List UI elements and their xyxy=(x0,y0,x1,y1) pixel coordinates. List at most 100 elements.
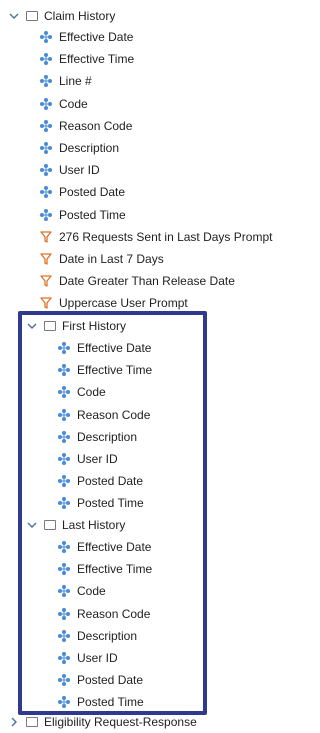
filter-icon xyxy=(39,230,53,244)
field-item[interactable]: Code xyxy=(57,381,106,403)
tree-item-label: Code xyxy=(77,584,106,599)
tree-node-label: Claim History xyxy=(44,9,116,23)
tree-item-label: User ID xyxy=(77,651,118,665)
filter-item[interactable]: Uppercase User Prompt xyxy=(39,292,188,314)
chevron-right-icon[interactable] xyxy=(8,716,20,728)
field-item[interactable]: Posted Time xyxy=(57,691,144,713)
dimension-icon xyxy=(39,97,53,111)
tree-item-label: Posted Time xyxy=(59,207,126,222)
dimension-icon xyxy=(57,540,71,554)
field-item[interactable]: Code xyxy=(39,93,88,115)
field-item[interactable]: Posted Date xyxy=(57,470,143,492)
tree-item-label: Code xyxy=(59,96,88,111)
field-item[interactable]: Description xyxy=(57,625,137,647)
filter-icon xyxy=(39,296,53,310)
dimension-icon xyxy=(39,141,53,155)
field-item[interactable]: Effective Date xyxy=(57,536,151,558)
dimension-icon xyxy=(57,474,71,488)
tree-item-label: Description xyxy=(59,141,120,155)
dimension-icon xyxy=(39,185,53,199)
tree-item-label: Reason Code xyxy=(77,606,151,621)
field-item[interactable]: User ID xyxy=(39,159,100,181)
field-item[interactable]: User ID xyxy=(57,647,118,669)
tree-item-label: Line # xyxy=(59,74,92,89)
folder-icon xyxy=(44,520,56,530)
dimension-icon xyxy=(57,584,71,598)
filter-item[interactable]: 276 Requests Sent in Last Days Prompt xyxy=(39,226,272,248)
dimension-icon xyxy=(57,363,71,377)
dimension-icon xyxy=(57,695,71,709)
field-item[interactable]: Effective Time xyxy=(39,48,134,70)
dimension-icon xyxy=(39,163,53,177)
tree-item-label: Posted Time xyxy=(77,496,144,511)
tree-node-label: Eligibility Request-Response xyxy=(44,715,197,729)
dimension-icon xyxy=(39,74,53,88)
tree-item-label: Posted Time xyxy=(77,695,144,710)
tree-item-label: Uppercase User Prompt xyxy=(59,296,188,311)
folder-icon xyxy=(26,717,38,727)
tree-node-label: First History xyxy=(62,319,126,333)
field-item[interactable]: Posted Time xyxy=(57,492,144,514)
folder-icon xyxy=(44,321,56,331)
field-item[interactable]: Reason Code xyxy=(57,603,150,625)
filter-item[interactable]: Date in Last 7 Days xyxy=(39,248,164,270)
field-item[interactable]: Effective Date xyxy=(39,26,133,48)
tree-item-label: Code xyxy=(77,385,106,400)
dimension-icon xyxy=(39,52,53,66)
tree-item-label: Effective Time xyxy=(77,562,153,577)
field-item[interactable]: Description xyxy=(39,137,119,159)
dimension-icon xyxy=(57,408,71,422)
dimension-icon xyxy=(39,30,53,44)
field-item[interactable]: Line # xyxy=(39,70,92,92)
tree-item-label: Date Greater Than Release Date xyxy=(59,274,235,289)
field-item[interactable]: Description xyxy=(57,426,137,448)
tree-item-label: User ID xyxy=(77,452,118,466)
tree-item-label: Date in Last 7 Days xyxy=(59,252,164,266)
filter-icon xyxy=(39,274,53,288)
dimension-icon xyxy=(39,119,53,133)
dimension-icon xyxy=(57,496,71,510)
tree-item-label: Reason Code xyxy=(77,407,151,422)
field-item[interactable]: User ID xyxy=(57,448,118,470)
field-item[interactable]: Code xyxy=(57,580,106,602)
filter-icon xyxy=(39,252,53,266)
tree-item-label: Effective Time xyxy=(59,52,135,67)
dimension-icon xyxy=(39,208,53,222)
field-item[interactable]: Reason Code xyxy=(39,115,132,137)
dimension-icon xyxy=(57,452,71,466)
dimension-icon xyxy=(57,385,71,399)
field-item[interactable]: Effective Time xyxy=(57,359,152,381)
folder-icon xyxy=(26,11,38,21)
filter-item[interactable]: Date Greater Than Release Date xyxy=(39,270,235,292)
dimension-icon xyxy=(57,651,71,665)
tree-item-label: Description xyxy=(77,628,138,643)
chevron-down-icon[interactable] xyxy=(8,10,20,22)
tree-item-label: Effective Time xyxy=(77,363,153,378)
chevron-down-icon[interactable] xyxy=(26,519,38,531)
tree-item-label: Effective Date xyxy=(77,540,152,554)
dimension-icon xyxy=(57,341,71,355)
tree-item-label: Reason Code xyxy=(59,118,133,133)
dimension-icon xyxy=(57,562,71,576)
tree-item-label: Posted Date xyxy=(77,474,144,489)
field-item[interactable]: Posted Time xyxy=(39,204,126,226)
chevron-down-icon[interactable] xyxy=(26,320,38,332)
tree-node-label: Last History xyxy=(62,518,126,532)
field-item[interactable]: Effective Date xyxy=(57,337,151,359)
tree-item-label: 276 Requests Sent in Last Days Prompt xyxy=(59,229,273,244)
tree-item-label: Effective Date xyxy=(59,30,134,44)
tree-item-label: Posted Date xyxy=(77,673,144,688)
field-item[interactable]: Posted Date xyxy=(57,669,143,691)
tree-item-label: Effective Date xyxy=(77,341,152,355)
dimension-icon xyxy=(57,607,71,621)
tree-item-label: Posted Date xyxy=(59,185,126,200)
field-item[interactable]: Reason Code xyxy=(57,404,150,426)
dimension-icon xyxy=(57,629,71,643)
dimension-icon xyxy=(57,430,71,444)
field-item[interactable]: Effective Time xyxy=(57,558,152,580)
dimension-icon xyxy=(57,673,71,687)
tree-node-claim-history[interactable]: Claim History xyxy=(8,5,115,27)
tree-node-last-history[interactable]: Last History xyxy=(26,514,125,536)
field-item[interactable]: Posted Date xyxy=(39,181,125,203)
tree-node-first-history[interactable]: First History xyxy=(26,315,126,337)
